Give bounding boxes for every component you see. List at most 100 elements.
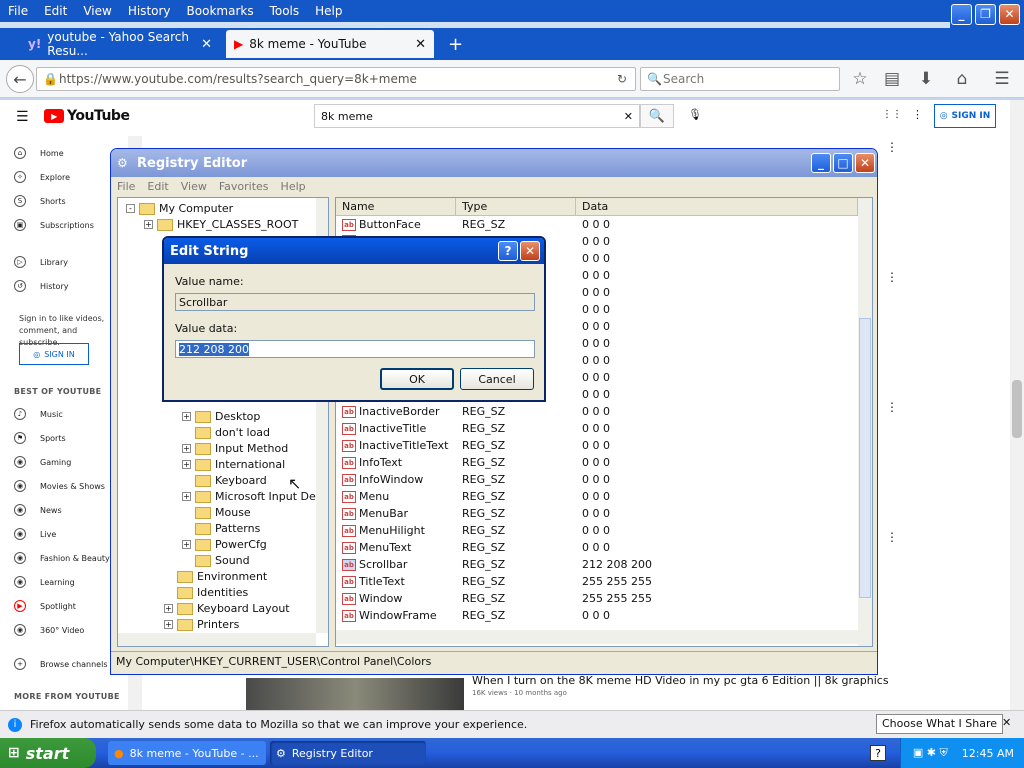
tree-node[interactable]: Mouse bbox=[182, 506, 251, 519]
table-row[interactable]: ab WindowFrame REG_SZ 0 0 0 bbox=[336, 609, 858, 626]
choose-what-i-share-button[interactable]: Choose What I Share bbox=[876, 714, 1003, 734]
menu-bookmarks[interactable]: Bookmarks bbox=[179, 4, 262, 18]
page-scrollbar-thumb[interactable] bbox=[1012, 380, 1022, 438]
table-row[interactable]: ab Scrollbar REG_SZ 212 208 200 bbox=[336, 558, 858, 575]
minimize-button[interactable]: _ bbox=[951, 3, 972, 25]
url-bar[interactable]: 🔒 https://www.youtube.com/results?search… bbox=[36, 67, 636, 91]
menu-tools[interactable]: Tools bbox=[262, 4, 308, 18]
sidebar-item-learning[interactable]: ◉ Learning bbox=[14, 576, 75, 588]
regedit-menu-view[interactable]: View bbox=[175, 180, 213, 193]
expand-toggle-icon[interactable]: + bbox=[182, 444, 191, 453]
table-row[interactable]: ab Menu REG_SZ 0 0 0 bbox=[336, 490, 858, 507]
video-title[interactable]: When I turn on the 8K meme HD Video in m… bbox=[472, 674, 889, 687]
cancel-button[interactable]: Cancel bbox=[460, 368, 534, 390]
youtube-logo[interactable]: ▶ YouTube bbox=[44, 108, 130, 124]
expand-toggle-icon[interactable]: + bbox=[164, 604, 173, 613]
tree-node[interactable]: + International bbox=[182, 458, 285, 471]
dialog-help-button[interactable]: ? bbox=[498, 241, 518, 261]
expand-toggle-icon[interactable]: - bbox=[126, 204, 135, 213]
sidebar-item-home[interactable]: ⌂ Home bbox=[14, 147, 64, 159]
dialog-titlebar[interactable]: Edit String bbox=[164, 238, 544, 264]
sidebar-item-movies[interactable]: ◉ Movies & Shows bbox=[14, 480, 105, 492]
sidebar-item-360-video[interactable]: ◉ 360° Video bbox=[14, 624, 84, 636]
sidebar-item-browse-channels[interactable]: + Browse channels bbox=[14, 658, 108, 670]
restore-button[interactable]: ❐ bbox=[975, 3, 996, 25]
youtube-search-button[interactable]: 🔍 bbox=[640, 104, 674, 128]
tab-youtube[interactable]: ▶ 8k meme - YouTube ✕ bbox=[226, 30, 434, 58]
more-options-icon[interactable]: ⋮ bbox=[886, 530, 898, 544]
download-icon[interactable]: ⬇ bbox=[914, 67, 938, 91]
microphone-icon[interactable]: 🎙 bbox=[688, 108, 702, 121]
tree-node[interactable]: + HKEY_CLASSES_ROOT bbox=[144, 218, 298, 231]
more-options-icon[interactable]: ⋮ bbox=[886, 270, 898, 284]
regedit-menu-file[interactable]: File bbox=[111, 180, 141, 193]
regedit-minimize-button[interactable]: _ bbox=[811, 153, 831, 173]
expand-toggle-icon[interactable]: + bbox=[182, 540, 191, 549]
column-data[interactable]: Data bbox=[576, 198, 858, 215]
sidebar-item-fashion[interactable]: ◉ Fashion & Beauty bbox=[14, 552, 110, 564]
youtube-search-input[interactable]: 8k meme ✕ bbox=[314, 104, 640, 128]
regedit-close-button[interactable]: ✕ bbox=[855, 153, 875, 173]
more-options-icon[interactable]: ⋮ bbox=[886, 400, 898, 414]
list-scrollbar-thumb[interactable] bbox=[859, 318, 871, 598]
sidebar-item-library[interactable]: ▷ Library bbox=[14, 256, 68, 268]
tray-icons[interactable]: ▣ ✱ ⛨ bbox=[913, 746, 948, 760]
sidebar-item-sports[interactable]: ⚑ Sports bbox=[14, 432, 66, 444]
clear-search-icon[interactable]: ✕ bbox=[624, 110, 633, 123]
tree-node[interactable]: + Input Method bbox=[182, 442, 288, 455]
task-registry-editor[interactable]: ⚙ Registry Editor bbox=[270, 741, 426, 765]
tree-node[interactable]: Identities bbox=[164, 586, 248, 599]
library-icon[interactable]: ▤ bbox=[880, 67, 904, 91]
regedit-menu-favorites[interactable]: Favorites bbox=[213, 180, 275, 193]
regedit-menu-help[interactable]: Help bbox=[275, 180, 312, 193]
tree-node[interactable]: - My Computer bbox=[126, 202, 233, 215]
table-row[interactable]: ab ButtonFace REG_SZ 0 0 0 bbox=[336, 218, 858, 235]
tree-node[interactable]: + PowerCfg bbox=[182, 538, 267, 551]
expand-toggle-icon[interactable]: + bbox=[164, 620, 173, 629]
sidebar-item-live[interactable]: ◉ Live bbox=[14, 528, 56, 540]
table-row[interactable]: ab MenuText REG_SZ 0 0 0 bbox=[336, 541, 858, 558]
help-icon[interactable]: ? bbox=[870, 745, 886, 761]
close-tab-icon[interactable]: ✕ bbox=[201, 37, 212, 52]
table-row[interactable]: ab InfoWindow REG_SZ 0 0 0 bbox=[336, 473, 858, 490]
table-row[interactable]: ab InactiveTitleText REG_SZ 0 0 0 bbox=[336, 439, 858, 456]
search-bar[interactable]: 🔍 Search bbox=[640, 67, 840, 91]
start-button[interactable]: ⊞ start bbox=[0, 738, 96, 768]
reload-icon[interactable]: ↻ bbox=[617, 72, 627, 86]
bookmark-star-icon[interactable]: ☆ bbox=[848, 67, 872, 91]
sidebar-item-explore[interactable]: ✧ Explore bbox=[14, 171, 70, 183]
back-icon[interactable]: ← bbox=[6, 65, 34, 93]
tree-node[interactable]: don't load bbox=[182, 426, 270, 439]
expand-toggle-icon[interactable]: + bbox=[182, 412, 191, 421]
hamburger-menu-icon[interactable]: ☰ bbox=[990, 67, 1014, 91]
table-row[interactable]: ab Window REG_SZ 255 255 255 bbox=[336, 592, 858, 609]
sidebar-item-music[interactable]: ♪ Music bbox=[14, 408, 63, 420]
column-type[interactable]: Type bbox=[456, 198, 576, 215]
home-icon[interactable]: ⌂ bbox=[950, 67, 974, 91]
close-button[interactable]: ✕ bbox=[999, 3, 1020, 25]
apps-icon[interactable]: ⋮⋮ bbox=[882, 109, 902, 120]
menu-file[interactable]: File bbox=[0, 4, 36, 18]
sidebar-item-spotlight[interactable]: ▶ Spotlight bbox=[14, 600, 76, 612]
tree-node[interactable]: + Printers bbox=[164, 618, 239, 631]
regedit-menu-edit[interactable]: Edit bbox=[141, 180, 174, 193]
tree-node[interactable]: + Keyboard Layout bbox=[164, 602, 290, 615]
menu-history[interactable]: History bbox=[120, 4, 179, 18]
tree-horizontal-scrollbar[interactable] bbox=[118, 633, 316, 646]
column-name[interactable]: Name bbox=[336, 198, 456, 215]
tree-node[interactable]: Keyboard bbox=[182, 474, 267, 487]
settings-dots-icon[interactable]: ⋮ bbox=[912, 108, 923, 121]
table-row[interactable]: ab InactiveBorder REG_SZ 0 0 0 bbox=[336, 405, 858, 422]
ok-button[interactable]: OK bbox=[380, 368, 454, 390]
new-tab-button[interactable]: + bbox=[440, 30, 470, 58]
tab-yahoo[interactable]: y! youtube - Yahoo Search Resu... ✕ bbox=[20, 30, 220, 58]
tree-node[interactable]: + Desktop bbox=[182, 410, 260, 423]
table-row[interactable]: ab InactiveTitle REG_SZ 0 0 0 bbox=[336, 422, 858, 439]
tree-node[interactable]: Environment bbox=[164, 570, 267, 583]
regedit-titlebar[interactable]: ⚙ Registry Editor bbox=[111, 149, 877, 177]
dialog-close-button[interactable]: ✕ bbox=[520, 241, 540, 261]
tree-node[interactable]: Sound bbox=[182, 554, 250, 567]
table-row[interactable]: ab InfoText REG_SZ 0 0 0 bbox=[336, 456, 858, 473]
sidebar-item-shorts[interactable]: S Shorts bbox=[14, 195, 66, 207]
table-row[interactable]: ab TitleText REG_SZ 255 255 255 bbox=[336, 575, 858, 592]
